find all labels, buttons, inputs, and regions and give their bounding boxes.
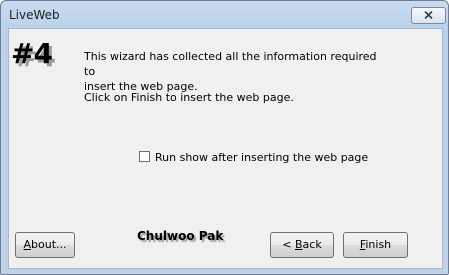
step-number: #4 [11,37,53,70]
run-show-label[interactable]: Run show after inserting the web page [155,151,368,164]
back-prefix: < [282,238,295,251]
back-label: ack [302,238,322,251]
close-button[interactable] [411,7,446,24]
run-show-checkbox[interactable] [139,151,150,162]
summary-message: This wizard has collected all the inform… [84,49,384,94]
about-button[interactable]: About... [15,232,75,258]
window-title: LiveWeb [9,8,60,22]
title-bar[interactable]: LiveWeb [1,1,448,27]
about-label: bout... [31,238,67,251]
close-icon [424,11,433,19]
summary-line-1: This wizard has collected all the inform… [84,50,377,78]
about-accelerator: A [23,238,32,251]
back-button[interactable]: < Back [270,232,334,258]
wizard-window: LiveWeb #4 This wizard has collected all… [0,0,449,275]
wizard-body: #4 This wizard has collected all the inf… [8,28,443,269]
author-name: Chulwoo Pak [137,229,224,243]
back-accelerator: B [295,238,303,251]
finish-label: inish [365,238,392,251]
finish-button[interactable]: Finish [343,232,408,258]
instruction-text: Click on Finish to insert the web page. [84,91,294,104]
